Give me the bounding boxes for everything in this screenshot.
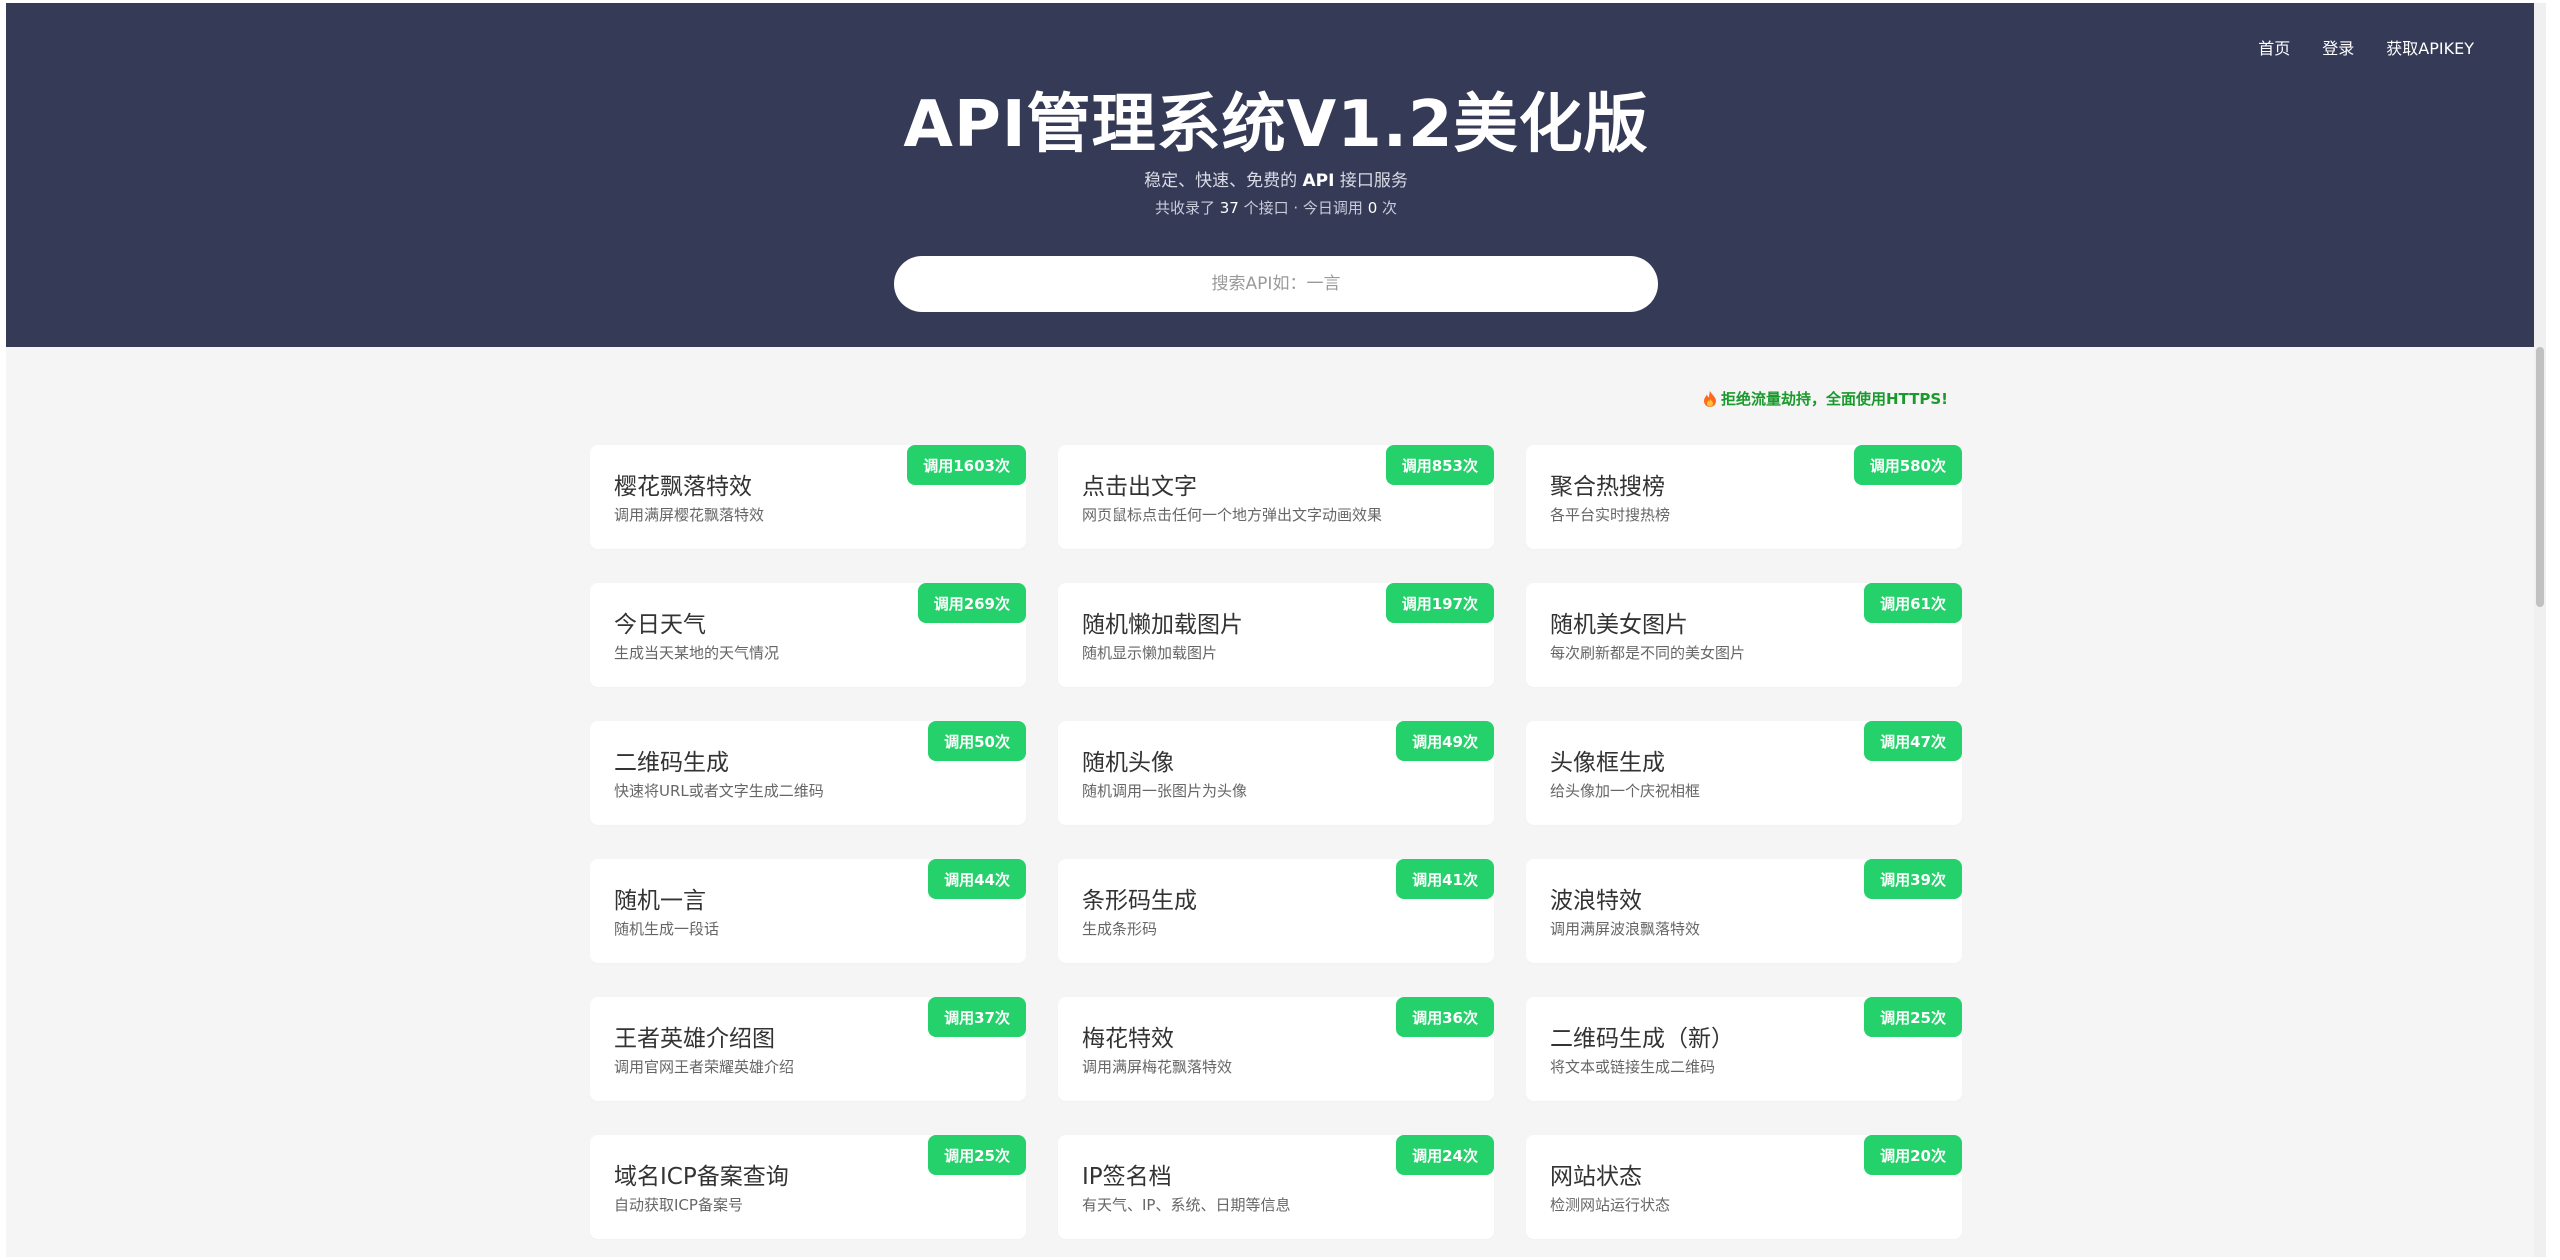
scrollbar-thumb[interactable]	[2536, 347, 2544, 607]
api-card-title: 二维码生成（新）	[1550, 1026, 1734, 1052]
fire-icon	[1703, 390, 1716, 407]
scrollbar-track[interactable]	[2534, 3, 2546, 1257]
call-count-badge: 调用25次	[928, 1135, 1026, 1175]
call-count-badge: 调用24次	[1396, 1135, 1494, 1175]
api-card-description: 将文本或链接生成二维码	[1550, 1058, 1716, 1076]
call-count-badge: 调用49次	[1396, 721, 1494, 761]
api-card-description: 随机显示懒加载图片	[1082, 644, 1218, 662]
api-card-description: 调用满屏梅花飘落特效	[1082, 1058, 1233, 1076]
today-calls: 0	[1367, 199, 1378, 217]
api-card[interactable]: 二维码生成快速将URL或者文字生成二维码 调用50次	[590, 721, 1026, 825]
stats-prefix: 共收录了	[1154, 199, 1220, 217]
call-count-badge: 调用47次	[1864, 721, 1962, 761]
api-card-description: 调用官网王者荣耀英雄介绍	[614, 1058, 795, 1076]
notice-text: 拒绝流量劫持，全面使用HTTPS!	[1720, 390, 1948, 408]
call-count-badge: 调用50次	[928, 721, 1026, 761]
api-card-title: 随机懒加载图片	[1082, 612, 1243, 638]
api-card-title: 随机美女图片	[1550, 612, 1688, 638]
api-card[interactable]: 随机美女图片每次刷新都是不同的美女图片 调用61次	[1526, 583, 1962, 687]
nav-home-link[interactable]: 首页	[2258, 35, 2290, 59]
api-card-title: 樱花飘落特效	[614, 474, 752, 500]
https-notice: 拒绝流量劫持，全面使用HTTPS!	[1703, 388, 1948, 409]
api-card[interactable]: 随机头像随机调用一张图片为头像 调用49次	[1058, 721, 1494, 825]
site-stats: 共收录了 37 个接口 · 今日调用 0 次	[6, 197, 2546, 218]
api-card[interactable]: 樱花飘落特效调用满屏樱花飘落特效 调用1603次	[590, 445, 1026, 549]
call-count-badge: 调用41次	[1396, 859, 1494, 899]
api-card-title: IP签名档	[1082, 1164, 1172, 1190]
api-card-title: 条形码生成	[1082, 888, 1197, 914]
api-card[interactable]: 网站状态检测网站运行状态 调用20次	[1526, 1135, 1962, 1239]
api-card-title: 今日天气	[614, 612, 706, 638]
api-card[interactable]: 梅花特效调用满屏梅花飘落特效 调用36次	[1058, 997, 1494, 1101]
api-card[interactable]: 条形码生成生成条形码 调用41次	[1058, 859, 1494, 963]
page-frame: 首页 登录 获取APIKEY API管理系统V1.2美化版 稳定、快速、免费的 …	[6, 3, 2546, 1257]
api-card-description: 各平台实时搜热榜	[1550, 506, 1671, 524]
subtitle-suffix: 接口服务	[1334, 171, 1408, 191]
api-card[interactable]: 随机一言随机生成一段话 调用44次	[590, 859, 1026, 963]
api-card-title: 随机头像	[1082, 750, 1174, 776]
api-card[interactable]: 二维码生成（新） 将文本或链接生成二维码 调用25次	[1526, 997, 1962, 1101]
subtitle-prefix: 稳定、快速、免费的	[1144, 171, 1303, 191]
api-card-description: 给头像加一个庆祝相框	[1550, 782, 1701, 800]
call-count-badge: 调用853次	[1385, 445, 1494, 485]
api-card-description: 检测网站运行状态	[1550, 1196, 1671, 1214]
api-card-description: 调用满屏波浪飘落特效	[1550, 920, 1701, 938]
call-count-badge: 调用580次	[1853, 445, 1962, 485]
api-card-title: 点击出文字	[1082, 474, 1197, 500]
call-count-badge: 调用61次	[1864, 583, 1962, 623]
api-card-title: 二维码生成	[614, 750, 729, 776]
api-card-title: 网站状态	[1550, 1164, 1642, 1190]
call-count-badge: 调用20次	[1864, 1135, 1962, 1175]
api-card[interactable]: 聚合热搜榜各平台实时搜热榜 调用580次	[1526, 445, 1962, 549]
api-card-description: 生成条形码	[1082, 920, 1158, 938]
api-card[interactable]: 点击出文字网页鼠标点击任何一个地方弹出文字动画效果 调用853次	[1058, 445, 1494, 549]
call-count-badge: 调用269次	[917, 583, 1026, 623]
call-count-badge: 调用36次	[1396, 997, 1494, 1037]
call-count-badge: 调用25次	[1864, 997, 1962, 1037]
api-card[interactable]: 王者英雄介绍图调用官网王者荣耀英雄介绍 调用37次	[590, 997, 1026, 1101]
api-card-description: 有天气、IP、系统、日期等信息	[1082, 1196, 1291, 1214]
api-card-description: 随机生成一段话	[614, 920, 720, 938]
search-input[interactable]	[894, 256, 1658, 312]
subtitle-api-word: API	[1302, 171, 1335, 191]
api-card[interactable]: 随机懒加载图片随机显示懒加载图片 调用197次	[1058, 583, 1494, 687]
api-card-description: 随机调用一张图片为头像	[1082, 782, 1248, 800]
nav-login-link[interactable]: 登录	[2322, 35, 2354, 59]
nav-get-apikey-link[interactable]: 获取APIKEY	[2386, 35, 2474, 59]
api-card-description: 快速将URL或者文字生成二维码	[614, 782, 824, 800]
api-card-title: 王者英雄介绍图	[614, 1026, 775, 1052]
api-grid: 樱花飘落特效 调用满屏樱花飘落特效 调用1603次 点击出文字 网页鼠标点击任何一个地方…	[590, 445, 1966, 1239]
api-card[interactable]: 头像框生成给头像加一个庆祝相框 调用47次	[1526, 721, 1962, 825]
api-card[interactable]: 域名ICP备案查询自动获取ICP备案号 调用25次	[590, 1135, 1026, 1239]
hero-header: 首页 登录 获取APIKEY API管理系统V1.2美化版 稳定、快速、免费的 …	[6, 3, 2546, 347]
api-card-title: 头像框生成	[1550, 750, 1665, 776]
api-count: 37	[1219, 199, 1239, 217]
call-count-badge: 调用44次	[928, 859, 1026, 899]
api-card-title: 波浪特效	[1550, 888, 1642, 914]
api-card-description: 调用满屏樱花飘落特效	[614, 506, 765, 524]
call-count-badge: 调用37次	[928, 997, 1026, 1037]
api-card-description: 每次刷新都是不同的美女图片	[1550, 644, 1746, 662]
api-card-description: 网页鼠标点击任何一个地方弹出文字动画效果	[1082, 506, 1383, 524]
stats-middle: 个接口 · 今日调用	[1238, 199, 1368, 217]
api-card-description: 自动获取ICP备案号	[614, 1196, 743, 1214]
api-card[interactable]: IP签名档有天气、IP、系统、日期等信息 调用24次	[1058, 1135, 1494, 1239]
api-card-title: 随机一言	[614, 888, 706, 914]
call-count-badge: 调用39次	[1864, 859, 1962, 899]
call-count-badge: 调用197次	[1385, 583, 1494, 623]
top-nav: 首页 登录 获取APIKEY	[2258, 35, 2474, 59]
api-card-title: 聚合热搜榜	[1550, 474, 1665, 500]
site-subtitle: 稳定、快速、免费的 API 接口服务	[6, 166, 2546, 191]
api-card-description: 生成当天某地的天气情况	[614, 644, 780, 662]
api-card[interactable]: 今日天气生成当天某地的天气情况 调用269次	[590, 583, 1026, 687]
stats-suffix: 次	[1377, 199, 1398, 217]
api-card[interactable]: 波浪特效调用满屏波浪飘落特效 调用39次	[1526, 859, 1962, 963]
site-title: API管理系统V1.2美化版	[903, 88, 1649, 162]
api-card-title: 梅花特效	[1082, 1026, 1174, 1052]
api-card-title: 域名ICP备案查询	[614, 1164, 789, 1190]
call-count-badge: 调用1603次	[907, 445, 1026, 485]
